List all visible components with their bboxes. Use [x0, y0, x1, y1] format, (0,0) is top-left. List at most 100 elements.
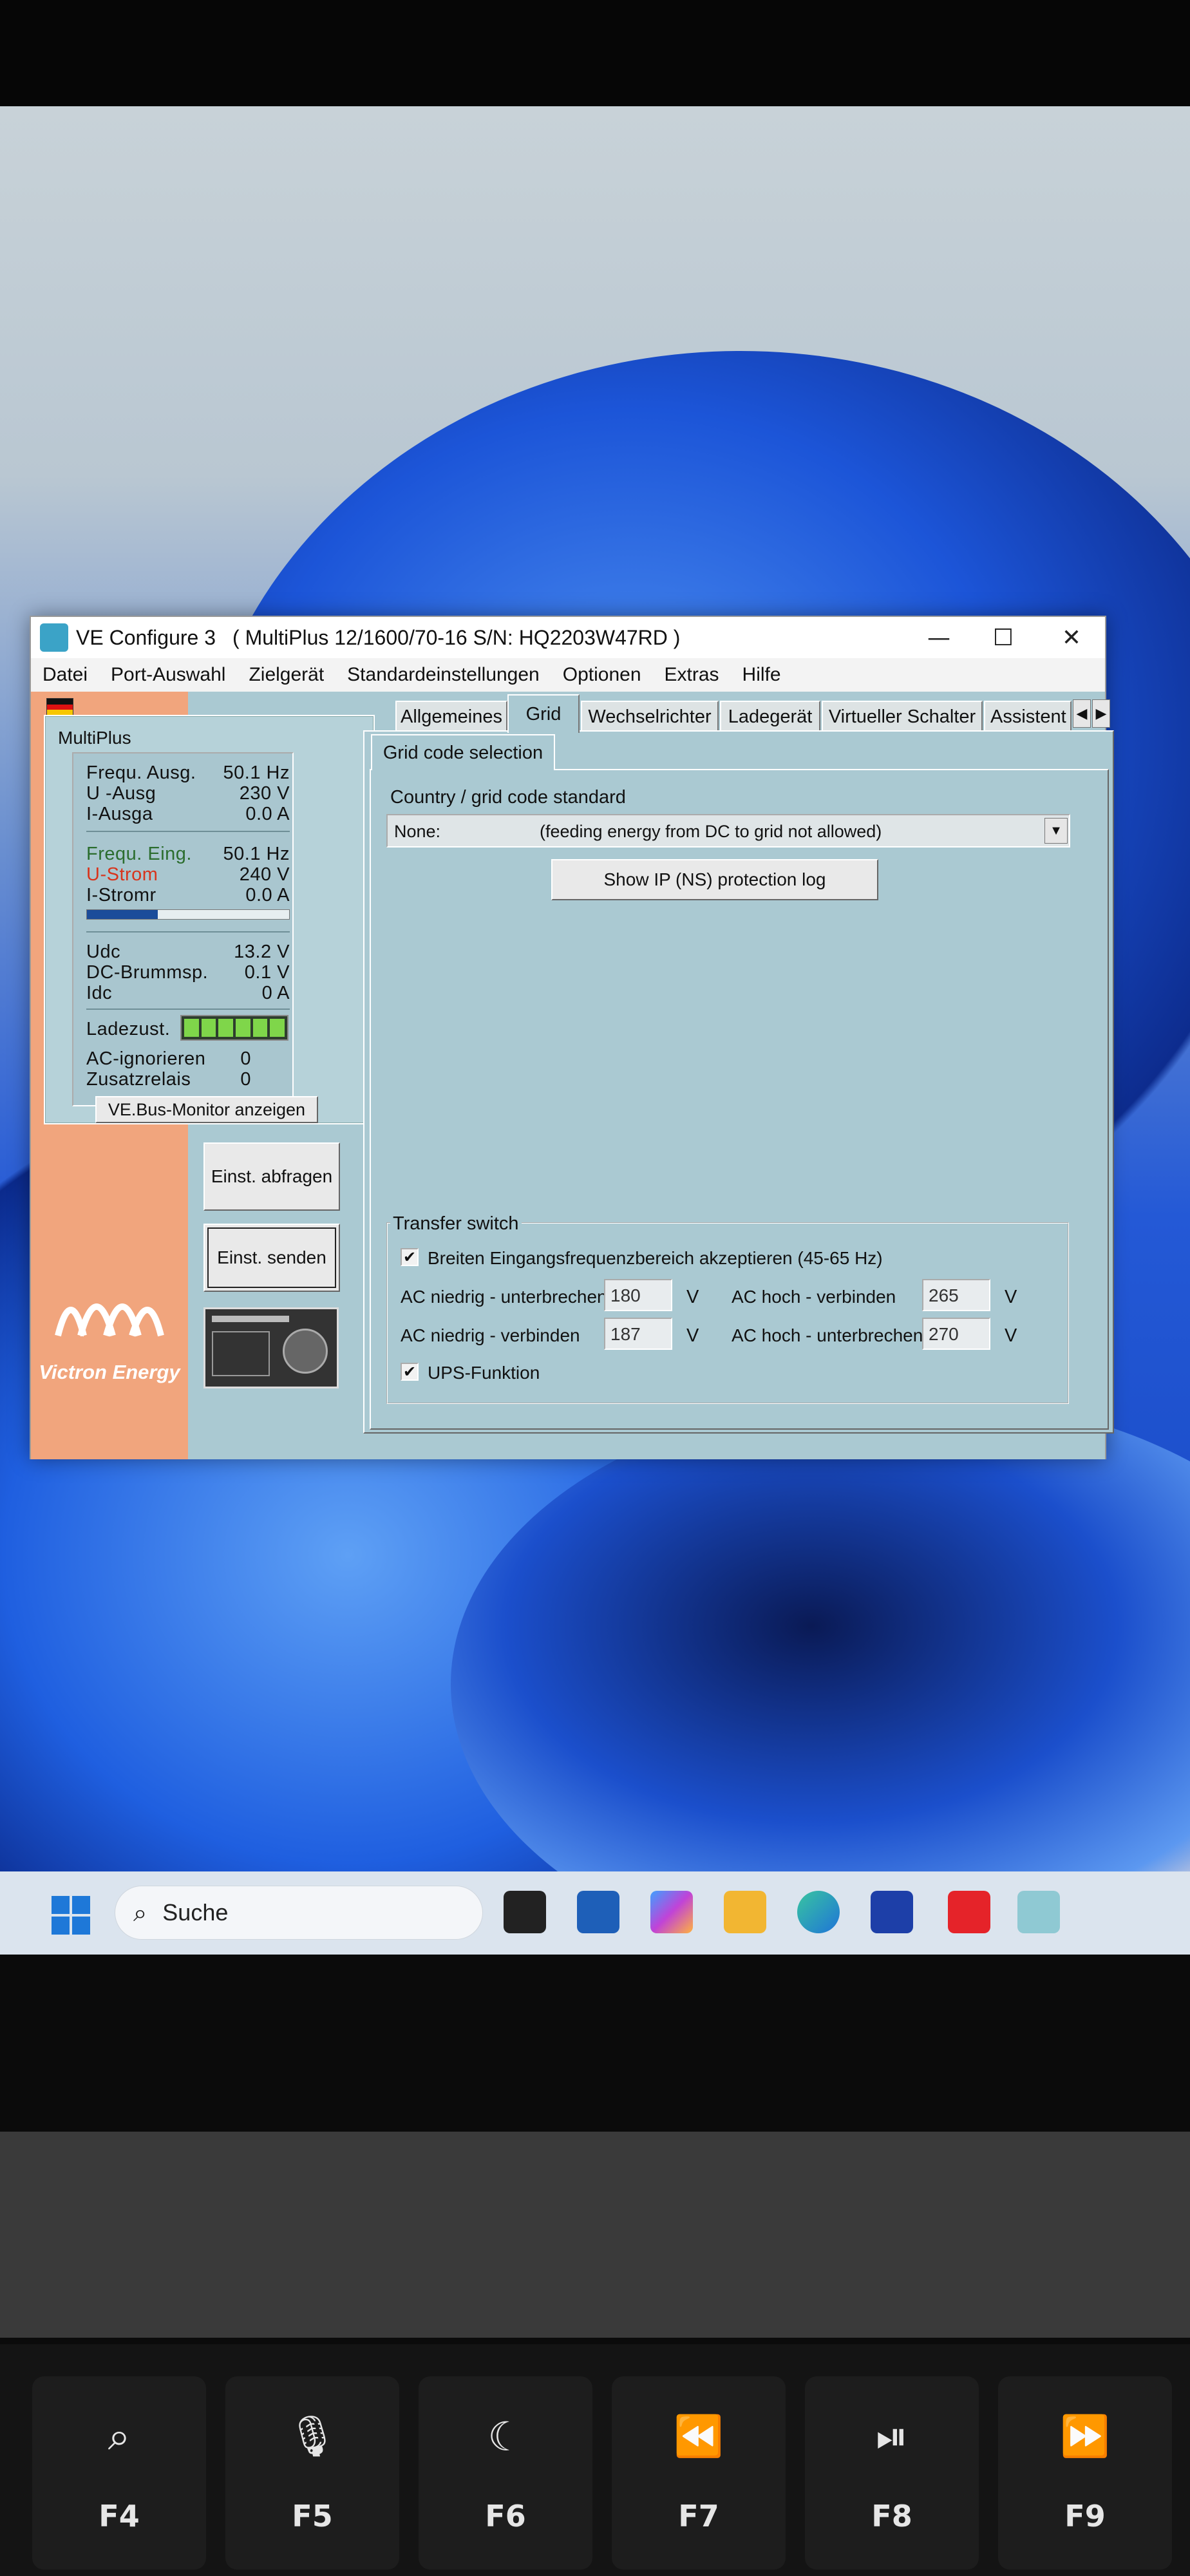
microsoft-store-icon[interactable] — [871, 1891, 913, 1933]
f7-rewind-key: ⏪ F7 — [612, 2376, 786, 2570]
remote-panel-icon[interactable] — [203, 1307, 339, 1388]
f9-forward-key: ⏩ F9 — [998, 2376, 1172, 2570]
tab-virtueller-schalter[interactable]: Virtueller Schalter — [822, 701, 983, 732]
tab-wechselrichter[interactable]: Wechselrichter — [581, 701, 719, 732]
charge-state-indicator — [180, 1015, 288, 1041]
ve-configure-window: VE Configure 3 ( MultiPlus 12/1600/70-16… — [30, 616, 1114, 1459]
windows-start-icon[interactable] — [52, 1896, 90, 1935]
ups-function-checkbox[interactable]: ✔ — [401, 1363, 419, 1381]
send-settings-button[interactable]: Einst. senden — [203, 1224, 340, 1292]
country-label: Country / grid code standard — [390, 787, 626, 808]
unit-label: V — [686, 1287, 699, 1307]
f6-sleep-key: ☾ F6 — [419, 2376, 592, 2570]
aux-relay-row: Zusatzrelais 0 — [86, 1069, 251, 1090]
client-area: MultiPlus Frequ. Ausg. 50.1 Hz U -Ausg 230… — [31, 692, 1114, 1459]
tab-scroll-right-icon[interactable]: ▶ — [1092, 699, 1110, 728]
f5-mic-key: 🎙 F5 — [225, 2376, 399, 2570]
ac-low-connect-label: AC niedrig - verbinden — [401, 1325, 580, 1345]
monitor-bezel-top — [0, 0, 1190, 106]
dc-ripple-row: DC-Brummsp. 0.1 V — [86, 962, 290, 983]
menu-port-auswahl[interactable]: Port-Auswahl — [99, 664, 237, 686]
menu-optionen[interactable]: Optionen — [551, 664, 653, 686]
grid-code-value: None: — [394, 822, 441, 841]
ve-configure-taskbar-icon[interactable] — [1017, 1891, 1060, 1933]
app-title: VE Configure 3 — [76, 625, 216, 649]
panel-title: MultiPlus — [58, 728, 131, 748]
input-current-row: I-Stromr 0.0 A — [86, 885, 290, 905]
menu-datei[interactable]: Datei — [31, 664, 99, 686]
edge-browser-icon[interactable] — [797, 1891, 840, 1933]
app-icon — [40, 623, 68, 652]
close-button[interactable]: ✕ — [1046, 621, 1097, 654]
tab-assistent[interactable]: Assistent — [984, 701, 1072, 732]
file-explorer-icon[interactable] — [724, 1891, 766, 1933]
unit-label: V — [1005, 1325, 1017, 1346]
tab-ladegeraet[interactable]: Ladegerät — [720, 701, 820, 732]
grid-code-description: (feeding energy from DC to grid not allo… — [540, 822, 882, 841]
pinned-app-icon[interactable] — [948, 1891, 990, 1933]
language-flag-icon[interactable] — [46, 698, 73, 716]
ac-high-connect-label: AC hoch - verbinden — [732, 1287, 896, 1307]
output-frequency-row: Frequ. Ausg. 50.1 Hz — [86, 762, 290, 783]
query-settings-button[interactable]: Einst. abfragen — [203, 1142, 340, 1211]
title-bar[interactable]: VE Configure 3 ( MultiPlus 12/1600/70-16… — [31, 617, 1105, 658]
maximize-button[interactable]: ☐ — [978, 621, 1029, 654]
laptop-deck — [0, 2132, 1190, 2338]
ac-low-connect-input[interactable]: 187 — [604, 1318, 672, 1350]
minimize-button[interactable]: — — [913, 621, 965, 654]
ac-low-disconnect-label: AC niedrig - unterbrechen — [401, 1287, 607, 1307]
taskbar-search[interactable]: ⌕ Suche — [115, 1886, 483, 1940]
divider — [86, 931, 290, 933]
ac-high-disconnect-label: AC hoch - unterbrechen — [732, 1325, 923, 1345]
wide-frequency-label: Breiten Eingangsfrequenzbereich akzeptie… — [428, 1248, 883, 1268]
f8-play-pause-key: ⏯ F8 — [805, 2376, 979, 2570]
ac-high-connect-input[interactable]: 265 — [922, 1279, 990, 1311]
dc-voltage-row: Udc 13.2 V — [86, 942, 290, 962]
task-view-icon[interactable] — [504, 1891, 546, 1933]
ac-ignore-row: AC-ignorieren 0 — [86, 1048, 251, 1069]
f4-search-key: ⌕ F4 — [32, 2376, 206, 2570]
input-frequency-row: Frequ. Eing. 50.1 Hz — [86, 844, 290, 864]
ac-high-disconnect-input[interactable]: 270 — [922, 1318, 990, 1350]
wide-frequency-checkbox[interactable]: ✔ — [401, 1248, 419, 1266]
input-voltage-row: U-Strom 240 V — [86, 864, 290, 885]
tab-grid[interactable]: Grid — [507, 694, 580, 733]
victron-logo-mark-icon — [55, 1303, 164, 1337]
taskbar: ⌕ Suche — [0, 1871, 1190, 1955]
menu-standardeinstellungen[interactable]: Standardeinstellungen — [335, 664, 551, 686]
divider — [86, 1009, 290, 1010]
search-icon: ⌕ — [133, 1898, 147, 1927]
ups-function-label: UPS-Funktion — [428, 1363, 540, 1383]
outlook-icon[interactable] — [577, 1891, 619, 1933]
search-placeholder: Suche — [162, 1899, 229, 1926]
grid-code-dropdown[interactable]: None: (feeding energy from DC to grid no… — [386, 814, 1070, 848]
grid-code-page: Country / grid code standard None: (feed… — [370, 769, 1109, 1430]
unit-label: V — [686, 1325, 699, 1346]
copilot-icon[interactable] — [650, 1891, 693, 1933]
device-title: ( MultiPlus 12/1600/70-16 S/N: HQ2203W47… — [232, 625, 681, 649]
ac-low-disconnect-input[interactable]: 180 — [604, 1279, 672, 1311]
tab-strip: Allgemeines Grid Wechselrichter Ladegerä… — [358, 692, 1127, 733]
show-protection-log-button[interactable]: Show IP (NS) protection log — [551, 859, 878, 900]
menu-zielgeraet[interactable]: Zielgerät — [237, 664, 335, 686]
transfer-switch-legend: Transfer switch — [390, 1213, 522, 1235]
measurement-box: Frequ. Ausg. 50.1 Hz U -Ausg 230 V I-Ausga… — [72, 752, 294, 1106]
vebus-monitor-button[interactable]: VE.Bus-Monitor anzeigen — [95, 1096, 318, 1123]
output-voltage-row: U -Ausg 230 V — [86, 783, 290, 804]
menu-bar: Datei Port-Auswahl Zielgerät Standardein… — [31, 658, 1105, 692]
output-current-row: I-Ausga 0.0 A — [86, 804, 290, 824]
tab-allgemeines[interactable]: Allgemeines — [395, 701, 507, 732]
subtab-grid-code-selection[interactable]: Grid code selection — [371, 734, 555, 770]
menu-hilfe[interactable]: Hilfe — [731, 664, 793, 686]
input-current-bar — [86, 909, 290, 920]
dc-current-row: Idc 0 A — [86, 983, 290, 1003]
multiplus-status-panel: MultiPlus Frequ. Ausg. 50.1 Hz U -Ausg 230… — [44, 715, 375, 1124]
grid-tab-page: Grid code selection Country / grid code … — [363, 730, 1114, 1434]
unit-label: V — [1005, 1287, 1017, 1307]
logo-text: Victron Energy — [39, 1361, 180, 1383]
menu-extras[interactable]: Extras — [653, 664, 731, 686]
victron-logo: Victron Energy — [31, 1265, 188, 1384]
chevron-down-icon[interactable]: ▼ — [1044, 818, 1068, 844]
tab-scroll-left-icon[interactable]: ◀ — [1073, 699, 1091, 728]
divider — [86, 831, 290, 832]
